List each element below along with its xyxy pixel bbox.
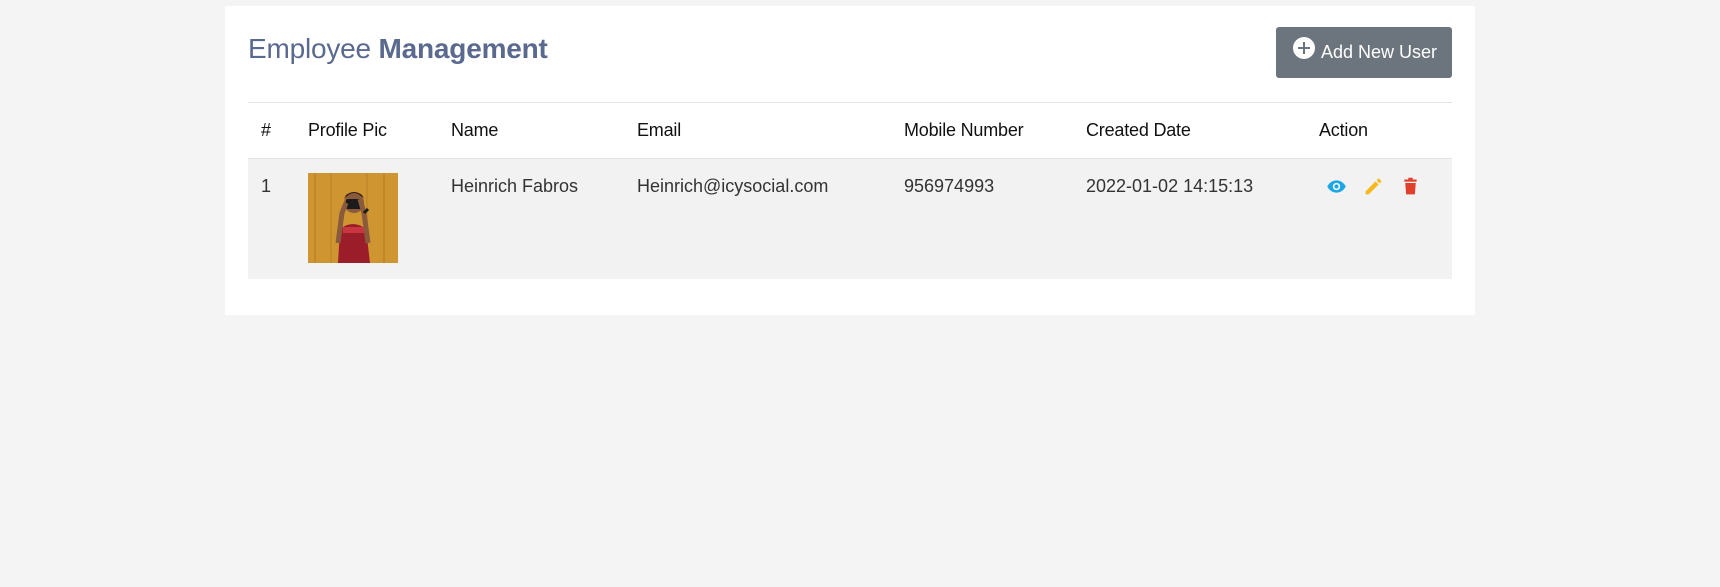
table-header: # Profile Pic Name Email Mobile Number C…: [248, 102, 1452, 159]
page-title-bold: Management: [378, 33, 548, 64]
column-header-email: Email: [624, 102, 891, 159]
row-created-date: 2022-01-02 14:15:13: [1086, 176, 1254, 196]
row-actions: [1306, 159, 1452, 280]
row-mobile: 956974993: [904, 176, 995, 196]
profile-pic-cell: [295, 159, 438, 280]
page-title: Employee Management: [248, 33, 548, 65]
row-index: 1: [261, 176, 272, 196]
eye-icon[interactable]: [1326, 176, 1347, 197]
card-header: Employee Management Add New User: [248, 6, 1452, 102]
pencil-icon[interactable]: [1363, 176, 1384, 197]
trash-icon[interactable]: [1400, 176, 1421, 197]
table-row: 1 Heinrich Fabros Heinrich@icysocial.com…: [248, 158, 1452, 280]
table-header-row: # Profile Pic Name Email Mobile Number C…: [248, 102, 1452, 159]
column-header-mobile: Mobile Number: [891, 102, 1073, 159]
plus-circle-icon: [1292, 36, 1315, 59]
employee-card: Employee Management Add New User # Profi…: [225, 6, 1475, 315]
column-header-index: #: [248, 102, 295, 159]
column-header-profile-pic: Profile Pic: [295, 102, 438, 159]
column-header-name: Name: [438, 102, 624, 159]
add-new-user-button[interactable]: Add New User: [1275, 27, 1452, 78]
add-new-user-label: Add New User: [1320, 42, 1437, 62]
row-name: Heinrich Fabros: [451, 176, 579, 196]
page-title-light: Employee: [248, 33, 371, 64]
column-header-action: Action: [1306, 102, 1452, 159]
column-header-created-date: Created Date: [1073, 102, 1306, 159]
profile-pic: [308, 173, 398, 263]
employee-table: # Profile Pic Name Email Mobile Number C…: [248, 102, 1452, 279]
row-email: Heinrich@icysocial.com: [637, 176, 829, 196]
action-group: [1319, 176, 1439, 197]
